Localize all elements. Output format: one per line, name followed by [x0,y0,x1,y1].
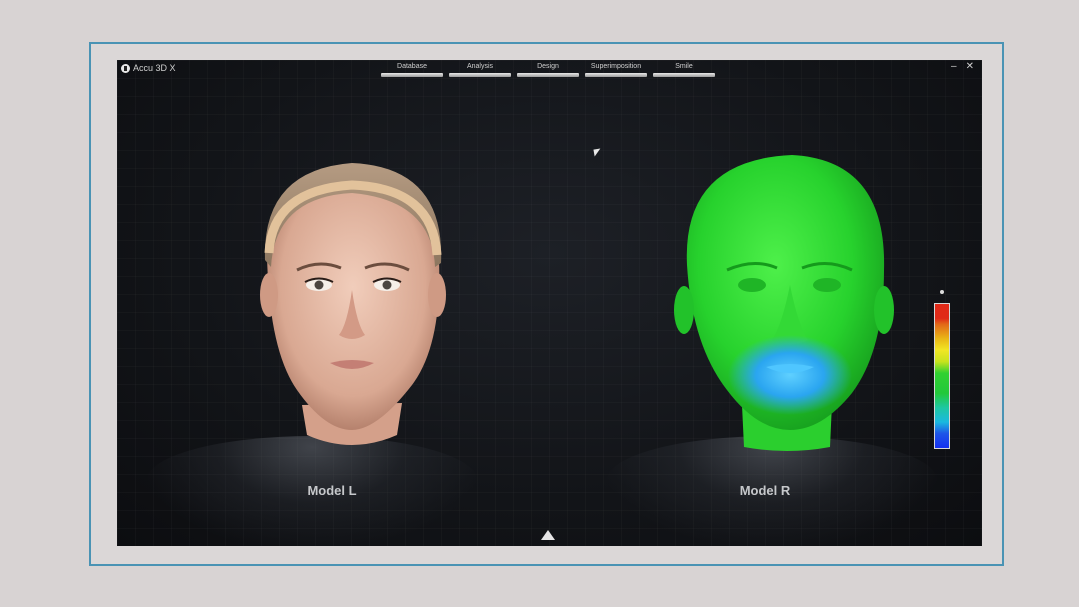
tab-label: Analysis [466,63,494,70]
app-title: Accu 3D X [133,63,176,73]
close-button[interactable]: ✕ [966,61,974,72]
right-ear [874,286,894,334]
tab-smile[interactable]: Smile [653,62,715,77]
model-l-label: Model L [307,483,357,498]
right-ear [428,273,446,317]
blue-deviation-zone [728,335,852,415]
tab-superimposition[interactable]: Superimposition [585,62,647,77]
tab-bar [449,73,511,77]
main-tabs: Database Analysis Design Superimposition… [381,62,715,77]
window-controls: – ✕ [951,61,974,72]
tab-bar [653,73,715,77]
tab-label: Design [537,63,559,70]
model-l-viewport[interactable] [227,135,477,465]
tab-database[interactable]: Database [381,62,443,77]
deviation-color-scale [934,303,950,449]
minimize-button[interactable]: – [951,61,957,72]
model-r-label: Model R [739,483,791,498]
app-window: Accu 3D X Database Analysis Design Super… [117,60,982,546]
tab-bar [585,73,647,77]
tab-analysis[interactable]: Analysis [449,62,511,77]
tab-label: Database [397,63,427,70]
tab-design[interactable]: Design [517,62,579,77]
color-scale-marker [940,290,944,294]
tab-bar [517,73,579,77]
app-logo: Accu 3D X [121,63,176,73]
plus-circle-icon [121,63,130,73]
tab-label: Superimposition [590,63,642,70]
tab-bar [381,73,443,77]
model-r-viewport[interactable] [662,135,912,465]
mouse-pointer-icon [593,148,602,157]
left-ear [674,286,694,334]
triangle-up-icon[interactable] [541,530,555,540]
left-ear [260,273,278,317]
tab-label: Smile [675,63,693,70]
